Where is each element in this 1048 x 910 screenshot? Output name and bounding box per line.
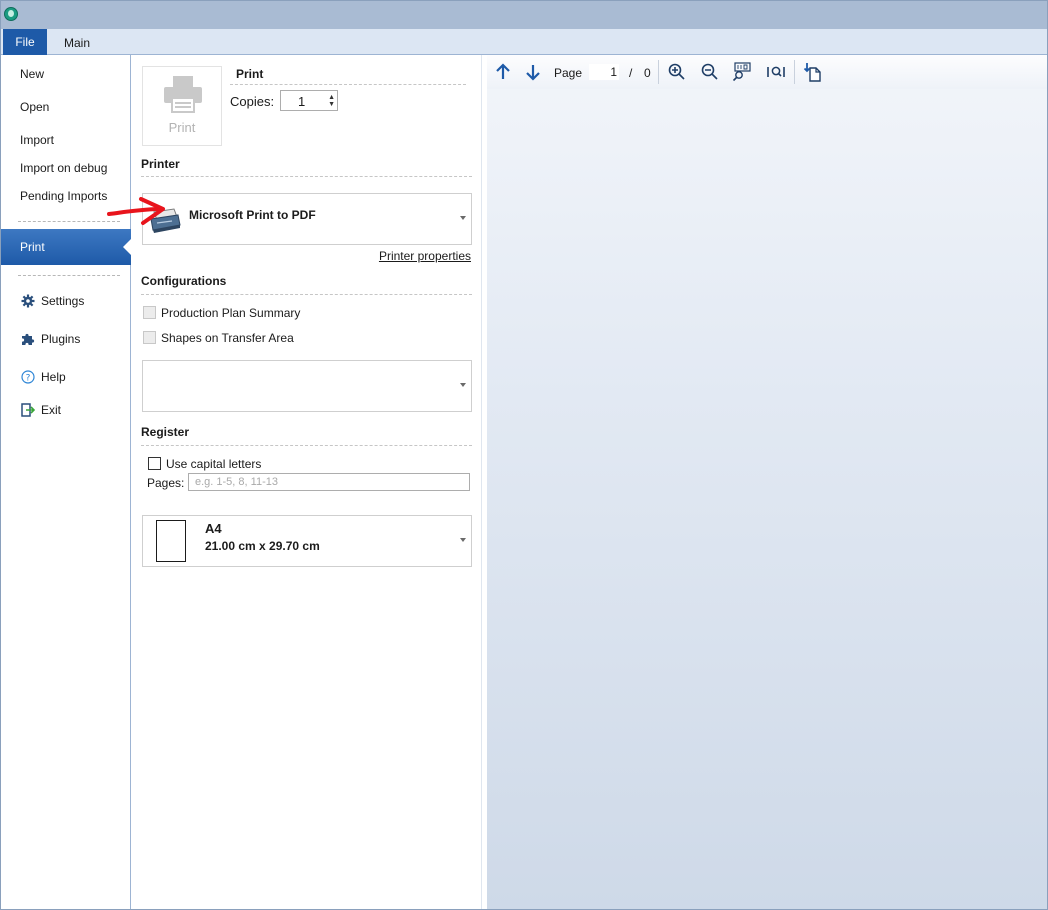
chevron-down-icon bbox=[460, 383, 466, 387]
paper-name: A4 bbox=[205, 521, 222, 536]
nav-label: Settings bbox=[41, 294, 85, 308]
production-plan-checkbox[interactable] bbox=[143, 306, 156, 319]
help-icon: ? bbox=[21, 370, 35, 384]
register-heading: Register bbox=[141, 425, 190, 439]
pages-label: Pages: bbox=[147, 476, 185, 490]
pages-input[interactable]: e.g. 1-5, 8, 11-13 bbox=[188, 473, 470, 491]
zoom-in-icon[interactable] bbox=[667, 62, 687, 82]
nav-label: Help bbox=[41, 370, 66, 384]
svg-text:?: ? bbox=[26, 374, 31, 384]
pages-placeholder: e.g. 1-5, 8, 11-13 bbox=[195, 476, 278, 488]
print-button-label: Print bbox=[168, 120, 196, 135]
printer-properties-link[interactable]: Printer properties bbox=[379, 249, 471, 263]
paper-size-select[interactable]: A4 21.00 cm x 29.70 cm bbox=[142, 515, 472, 567]
printer-icon bbox=[164, 76, 202, 113]
printer-name: Microsoft Print to PDF bbox=[189, 208, 316, 222]
arrow-down-icon[interactable] bbox=[523, 62, 543, 82]
ribbon-tabs: File Main bbox=[1, 29, 1047, 55]
configurations-heading: Configurations bbox=[141, 274, 227, 288]
nav-item-open[interactable]: Open bbox=[1, 94, 131, 120]
page-separator: / bbox=[629, 66, 633, 80]
nav-item-help[interactable]: ? Help bbox=[1, 364, 131, 390]
page-label: Page bbox=[554, 66, 583, 80]
app-logo-icon bbox=[4, 7, 18, 21]
nav-item-exit[interactable]: Exit bbox=[1, 397, 131, 423]
divider bbox=[141, 445, 472, 446]
nav-item-settings[interactable]: Settings bbox=[1, 288, 131, 314]
tab-main[interactable]: Main bbox=[55, 29, 99, 55]
copies-value: 1 bbox=[298, 94, 306, 109]
copies-stepper[interactable]: 1 ▲ ▼ bbox=[280, 90, 338, 111]
nav-item-new[interactable]: New bbox=[1, 61, 131, 87]
print-heading: Print bbox=[236, 67, 264, 81]
backstage-nav: New Open Import Import on debug Pending … bbox=[1, 55, 131, 909]
shapes-transfer-label: Shapes on Transfer Area bbox=[161, 331, 294, 345]
gear-icon bbox=[21, 294, 35, 308]
zoom-fit-icon[interactable] bbox=[766, 62, 786, 82]
nav-item-plugins[interactable]: Plugins bbox=[1, 326, 131, 352]
copies-label: Copies: bbox=[230, 94, 275, 109]
capital-letters-checkbox[interactable] bbox=[148, 457, 161, 470]
chevron-down-icon bbox=[460, 538, 466, 542]
app-window: File Main New Open Import Import on debu… bbox=[0, 0, 1048, 910]
nav-label: Exit bbox=[41, 403, 62, 417]
chevron-down-icon bbox=[460, 216, 466, 220]
zoom-out-icon[interactable] bbox=[700, 62, 720, 82]
paper-icon bbox=[156, 520, 186, 562]
red-arrow-annotation bbox=[107, 197, 165, 225]
nav-item-import-on-debug[interactable]: Import on debug bbox=[1, 155, 131, 181]
exit-icon bbox=[21, 403, 35, 417]
divider bbox=[141, 294, 472, 295]
nav-label: Plugins bbox=[41, 332, 81, 346]
page-number-input[interactable]: 1 bbox=[589, 64, 619, 80]
print-settings-panel: Print Print Copies: 1 ▲ ▼ Printer Micros… bbox=[132, 55, 482, 909]
spin-down-icon[interactable]: ▼ bbox=[328, 101, 335, 109]
printer-heading: Printer bbox=[141, 157, 180, 171]
arrow-up-icon[interactable] bbox=[493, 62, 513, 82]
nav-item-import[interactable]: Import bbox=[1, 127, 131, 153]
print-preview-area: Page 1 / 0 bbox=[487, 55, 1047, 909]
toolbar-divider bbox=[658, 60, 659, 84]
shapes-transfer-checkbox[interactable] bbox=[143, 331, 156, 344]
print-button[interactable]: Print bbox=[142, 66, 222, 146]
production-plan-label: Production Plan Summary bbox=[161, 306, 301, 320]
nav-divider bbox=[18, 221, 120, 222]
export-icon[interactable] bbox=[803, 62, 823, 82]
divider bbox=[141, 176, 472, 177]
page-total: 0 bbox=[644, 66, 651, 80]
nav-divider bbox=[18, 275, 120, 276]
zoom-100-icon[interactable] bbox=[732, 62, 752, 82]
puzzle-icon bbox=[22, 333, 35, 345]
tab-file[interactable]: File bbox=[3, 29, 47, 55]
capital-letters-label: Use capital letters bbox=[166, 457, 262, 471]
paper-dimensions: 21.00 cm x 29.70 cm bbox=[205, 539, 320, 553]
configuration-select[interactable] bbox=[142, 360, 472, 412]
title-bar bbox=[1, 1, 1047, 29]
toolbar-divider bbox=[794, 60, 795, 84]
preview-toolbar: Page 1 / 0 bbox=[487, 55, 1047, 89]
printer-select[interactable]: Microsoft Print to PDF bbox=[142, 193, 472, 245]
divider bbox=[230, 84, 466, 85]
